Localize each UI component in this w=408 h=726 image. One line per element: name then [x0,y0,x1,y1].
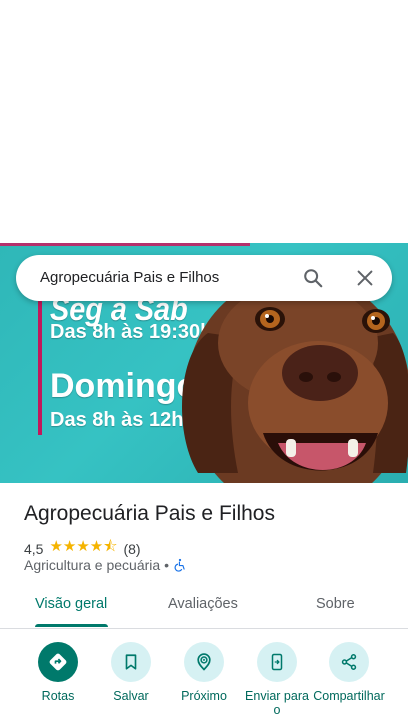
save-button[interactable]: Salvar [94,642,168,703]
nearby-button-circle[interactable] [184,642,224,682]
share-button[interactable]: Compartilhar [312,642,386,703]
nearby-label: Próximo [181,689,227,703]
search-icon[interactable] [302,267,324,289]
tab-about[interactable]: Sobre [316,596,355,612]
directions-label: Rotas [41,689,75,703]
review-count[interactable]: (8) [123,541,140,557]
map-area-blank [0,0,408,243]
category-row: Agricultura e pecuária • [24,557,187,573]
tab-overview[interactable]: Visão geral [35,596,107,612]
photo-accent-stripe [38,293,42,435]
bookmark-icon [125,654,137,670]
close-icon[interactable] [354,267,376,289]
directions-button-circle[interactable] [38,642,78,682]
share-icon [341,654,357,670]
wheelchair-accessible-icon [174,558,185,572]
send-to-phone-button-circle[interactable] [257,642,297,682]
promo-sunday-hours-text: Das 8h às 12h [50,409,184,431]
search-bar[interactable]: Agropecuária Pais e Filhos [16,255,392,301]
save-label: Salvar [113,689,149,703]
directions-icon [49,653,67,671]
share-button-circle[interactable] [329,642,369,682]
place-title: Agropecuária Pais e Filhos [24,502,275,525]
active-tab-indicator [35,624,108,627]
nearby-icon [197,653,211,671]
directions-button[interactable]: Rotas [21,642,95,703]
tab-reviews[interactable]: Avaliações [168,596,238,612]
send-to-phone-icon [271,653,283,671]
nearby-button[interactable]: Próximo [167,642,241,703]
place-category: Agricultura e pecuária • [24,557,169,573]
rating-value: 4,5 [24,540,44,557]
send-to-phone-label: Enviar para o [245,689,309,717]
send-to-phone-button[interactable]: Enviar para o [240,642,314,717]
place-tabs: Visão geral Avaliações Sobre [0,586,408,629]
share-label: Compartilhar [313,689,385,703]
save-button-circle[interactable] [111,642,151,682]
search-query-text[interactable]: Agropecuária Pais e Filhos [40,269,219,286]
